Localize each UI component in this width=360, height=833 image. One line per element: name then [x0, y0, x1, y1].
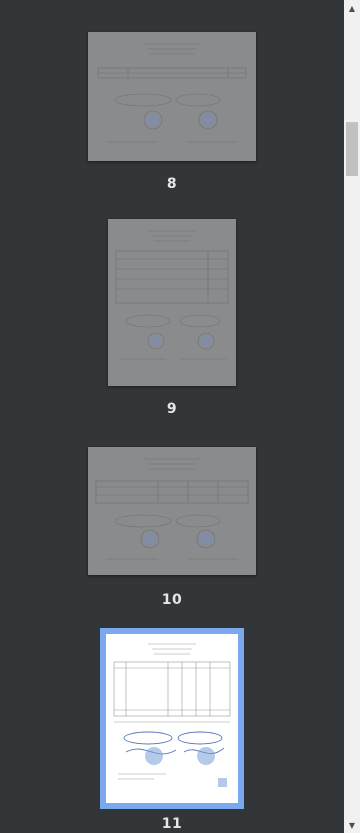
page-thumbnail-11[interactable]: [100, 628, 244, 809]
scrollbar-thumb[interactable]: [346, 122, 358, 176]
scroll-down-icon[interactable]: ▼: [344, 817, 360, 833]
document-preview-icon: [97, 43, 247, 143]
page-thumbnail-10[interactable]: [88, 447, 256, 575]
document-preview-icon: [113, 643, 231, 787]
page-number-label: 11: [161, 816, 183, 832]
scroll-up-icon[interactable]: ▲: [344, 0, 360, 16]
page-thumbnail-9[interactable]: [108, 219, 236, 386]
page-number-label: 10: [161, 592, 183, 608]
document-preview-icon: [95, 458, 249, 560]
document-preview-icon: [115, 230, 229, 360]
thumbnail-panel: 8 9 10 11: [0, 0, 344, 833]
page-thumbnail-8[interactable]: [88, 32, 256, 161]
page-number-label: 9: [166, 401, 178, 417]
vertical-scrollbar[interactable]: ▲ ▼: [344, 0, 360, 833]
page-number-label: 8: [166, 176, 178, 192]
